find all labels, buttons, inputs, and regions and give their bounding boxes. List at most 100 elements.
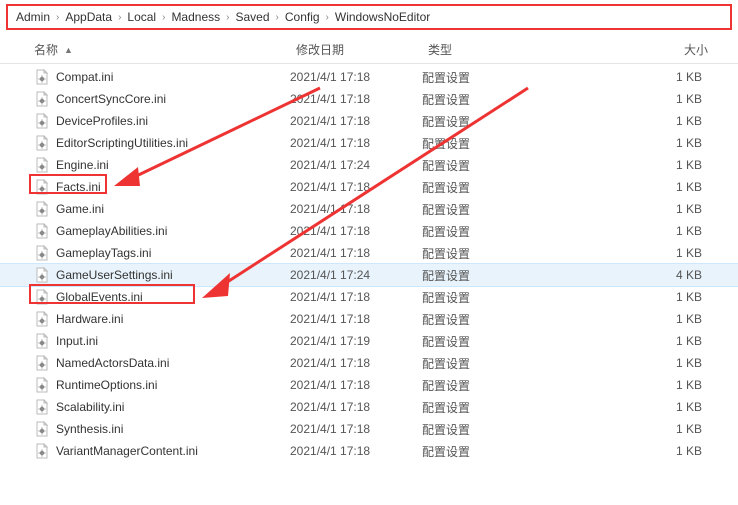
file-name: GlobalEvents.ini — [56, 290, 143, 304]
file-size: 1 KB — [596, 422, 726, 436]
file-name: EditorScriptingUtilities.ini — [56, 136, 188, 150]
file-size: 1 KB — [596, 312, 726, 326]
file-name: DeviceProfiles.ini — [56, 114, 148, 128]
file-type: 配置设置 — [422, 91, 596, 108]
header-size[interactable]: 大小 — [602, 41, 732, 58]
file-row[interactable]: GameplayAbilities.ini2021/4/1 17:18配置设置1… — [0, 220, 738, 242]
file-name-cell: Compat.ini — [34, 69, 290, 85]
file-name: Compat.ini — [56, 70, 113, 84]
file-row[interactable]: Compat.ini2021/4/1 17:18配置设置1 KB — [0, 66, 738, 88]
header-date-label: 修改日期 — [296, 41, 344, 58]
file-type: 配置设置 — [422, 113, 596, 130]
file-type: 配置设置 — [422, 223, 596, 240]
file-row[interactable]: RuntimeOptions.ini2021/4/1 17:18配置设置1 KB — [0, 374, 738, 396]
file-name: Synthesis.ini — [56, 422, 123, 436]
chevron-right-icon: › — [326, 12, 329, 23]
header-name[interactable]: 名称 ▲ — [34, 41, 296, 58]
header-type-label: 类型 — [428, 41, 452, 58]
file-list: Compat.ini2021/4/1 17:18配置设置1 KBConcertS… — [0, 64, 738, 462]
header-type[interactable]: 类型 — [428, 41, 602, 58]
file-name-cell: Facts.ini — [34, 179, 290, 195]
breadcrumb-item[interactable]: Local — [127, 10, 156, 24]
file-type: 配置设置 — [422, 179, 596, 196]
file-date: 2021/4/1 17:19 — [290, 334, 422, 348]
file-name: Input.ini — [56, 334, 98, 348]
breadcrumb-item[interactable]: AppData — [65, 10, 112, 24]
file-row[interactable]: GlobalEvents.ini2021/4/1 17:18配置设置1 KB — [0, 286, 738, 308]
file-name: GameplayAbilities.ini — [56, 224, 167, 238]
file-size: 1 KB — [596, 180, 726, 194]
header-size-label: 大小 — [684, 41, 708, 58]
file-name-cell: GameUserSettings.ini — [34, 267, 290, 283]
file-row[interactable]: Scalability.ini2021/4/1 17:18配置设置1 KB — [0, 396, 738, 418]
breadcrumb-item[interactable]: Saved — [235, 10, 269, 24]
file-type: 配置设置 — [422, 135, 596, 152]
file-date: 2021/4/1 17:18 — [290, 290, 422, 304]
file-row[interactable]: GameplayTags.ini2021/4/1 17:18配置设置1 KB — [0, 242, 738, 264]
file-row[interactable]: Facts.ini2021/4/1 17:18配置设置1 KB — [0, 176, 738, 198]
file-date: 2021/4/1 17:24 — [290, 158, 422, 172]
ini-file-icon — [34, 135, 50, 151]
file-row[interactable]: VariantManagerContent.ini2021/4/1 17:18配… — [0, 440, 738, 462]
ini-file-icon — [34, 201, 50, 217]
file-date: 2021/4/1 17:18 — [290, 114, 422, 128]
breadcrumb[interactable]: Admin›AppData›Local›Madness›Saved›Config… — [6, 4, 732, 30]
breadcrumb-item[interactable]: Madness — [171, 10, 220, 24]
file-size: 1 KB — [596, 444, 726, 458]
file-type: 配置设置 — [422, 355, 596, 372]
file-type: 配置设置 — [422, 333, 596, 350]
file-size: 1 KB — [596, 356, 726, 370]
file-type: 配置设置 — [422, 399, 596, 416]
file-row[interactable]: Synthesis.ini 2021/4/1 17:18配置设置1 KB — [0, 418, 738, 440]
header-date[interactable]: 修改日期 — [296, 41, 428, 58]
file-size: 1 KB — [596, 246, 726, 260]
file-type: 配置设置 — [422, 443, 596, 460]
file-name-cell: RuntimeOptions.ini — [34, 377, 290, 393]
ini-file-icon — [34, 333, 50, 349]
file-date: 2021/4/1 17:18 — [290, 312, 422, 326]
file-date: 2021/4/1 17:18 — [290, 246, 422, 260]
file-name-cell: NamedActorsData.ini — [34, 355, 290, 371]
chevron-right-icon: › — [276, 12, 279, 23]
file-date: 2021/4/1 17:18 — [290, 422, 422, 436]
file-name-cell: GameplayAbilities.ini — [34, 223, 290, 239]
file-type: 配置设置 — [422, 267, 596, 284]
file-name-cell: VariantManagerContent.ini — [34, 443, 290, 459]
file-date: 2021/4/1 17:18 — [290, 180, 422, 194]
file-type: 配置设置 — [422, 157, 596, 174]
file-date: 2021/4/1 17:18 — [290, 444, 422, 458]
file-date: 2021/4/1 17:18 — [290, 400, 422, 414]
file-row[interactable]: Game.ini2021/4/1 17:18配置设置1 KB — [0, 198, 738, 220]
file-name: ConcertSyncCore.ini — [56, 92, 166, 106]
breadcrumb-item[interactable]: WindowsNoEditor — [335, 10, 430, 24]
file-row[interactable]: ConcertSyncCore.ini2021/4/1 17:18配置设置1 K… — [0, 88, 738, 110]
file-row[interactable]: Engine.ini2021/4/1 17:24配置设置1 KB — [0, 154, 738, 176]
ini-file-icon — [34, 421, 50, 437]
header-name-label: 名称 — [34, 41, 58, 58]
file-size: 1 KB — [596, 378, 726, 392]
ini-file-icon — [34, 399, 50, 415]
file-date: 2021/4/1 17:24 — [290, 268, 422, 282]
file-name-cell: ConcertSyncCore.ini — [34, 91, 290, 107]
ini-file-icon — [34, 223, 50, 239]
ini-file-icon — [34, 311, 50, 327]
file-size: 1 KB — [596, 158, 726, 172]
ini-file-icon — [34, 289, 50, 305]
file-name-cell: Input.ini — [34, 333, 290, 349]
breadcrumb-item[interactable]: Config — [285, 10, 320, 24]
file-row[interactable]: DeviceProfiles.ini2021/4/1 17:18配置设置1 KB — [0, 110, 738, 132]
file-type: 配置设置 — [422, 421, 596, 438]
file-row[interactable]: NamedActorsData.ini2021/4/1 17:18配置设置1 K… — [0, 352, 738, 374]
chevron-right-icon: › — [226, 12, 229, 23]
breadcrumb-item[interactable]: Admin — [16, 10, 50, 24]
file-row[interactable]: EditorScriptingUtilities.ini 2021/4/1 17:… — [0, 132, 738, 154]
file-size: 1 KB — [596, 136, 726, 150]
file-date: 2021/4/1 17:18 — [290, 92, 422, 106]
file-row[interactable]: GameUserSettings.ini2021/4/1 17:24配置设置4 … — [0, 264, 738, 286]
file-name: Hardware.ini — [56, 312, 123, 326]
file-row[interactable]: Hardware.ini2021/4/1 17:18配置设置1 KB — [0, 308, 738, 330]
file-type: 配置设置 — [422, 289, 596, 306]
file-row[interactable]: Input.ini2021/4/1 17:19配置设置1 KB — [0, 330, 738, 352]
file-date: 2021/4/1 17:18 — [290, 136, 422, 150]
file-type: 配置设置 — [422, 201, 596, 218]
